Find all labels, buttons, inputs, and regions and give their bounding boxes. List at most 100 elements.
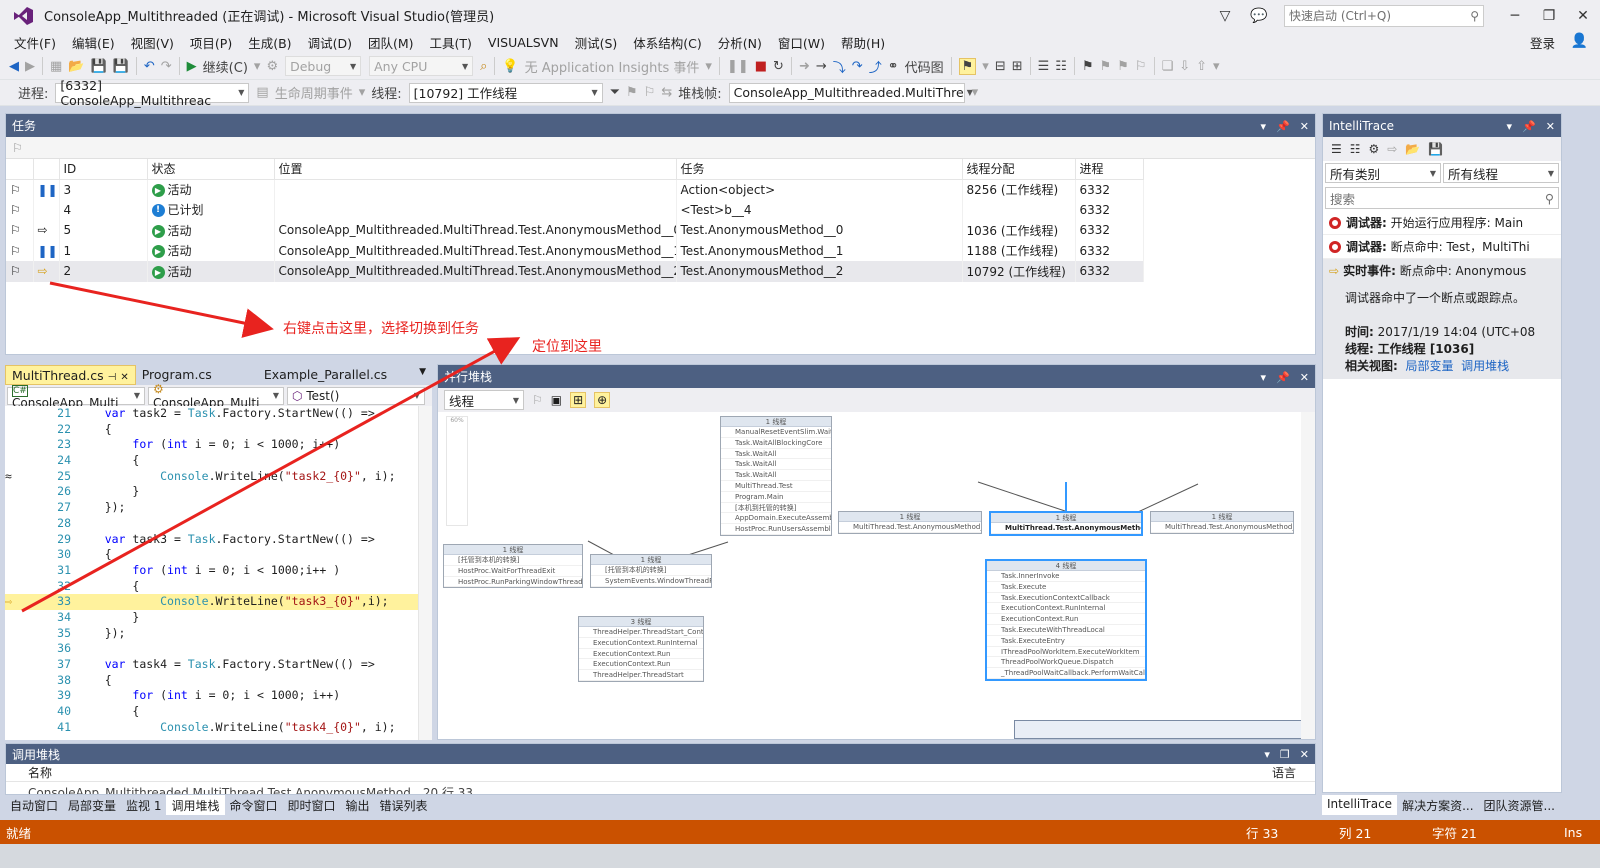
flag-filter-icon[interactable]: ⚐	[12, 141, 23, 155]
prev-bookmark-icon[interactable]: ⚑	[1100, 59, 1112, 74]
step-over-icon[interactable]: ↷	[852, 59, 863, 74]
new-project-icon[interactable]: ▦	[50, 59, 62, 74]
next-bookmark-icon[interactable]: ⚑	[1117, 59, 1129, 74]
stack-frame[interactable]: HostProc.RunUsersAssembly	[721, 524, 831, 535]
col-id[interactable]: ID	[59, 159, 148, 180]
flag-threads-icon[interactable]: ⊞	[1012, 59, 1023, 74]
hex-display-icon[interactable]: ⚑	[958, 57, 977, 75]
maximize-icon[interactable]: ❐	[1280, 748, 1290, 761]
flag-icon[interactable]: ⚐	[6, 220, 34, 241]
menu-tools[interactable]: 工具(T)	[422, 33, 480, 52]
flag-icon[interactable]: ⚑	[626, 85, 638, 100]
table-row-selected[interactable]: ⚐ ⇨ 2 ▶ 活动 ConsoleApp_Multithreaded.MultiT…	[6, 261, 1144, 282]
stack-frame[interactable]: IThreadPoolWorkItem.ExecuteWorkItem	[987, 647, 1145, 658]
stack-frame[interactable]: HostProc.RunParkingWindowThread	[444, 577, 582, 588]
save-all-icon[interactable]: 💾	[113, 59, 129, 74]
stack-frame[interactable]: MultiThread.Test.AnonymousMethod__1	[839, 522, 981, 533]
code-line[interactable]: 39 for (int i = 0; i < 1000; i++)	[5, 688, 432, 704]
stack-frame[interactable]: [本机到托管的转换]	[721, 503, 831, 514]
chevron-down-icon[interactable]: ▾	[705, 59, 712, 74]
code-line[interactable]: ⇨ 33 Console.WriteLine("task3_{0}",i);	[5, 594, 432, 610]
stack-node[interactable]: 3 线程 ThreadHelper.ThreadStart_Context Exec…	[578, 616, 704, 682]
stack-frame[interactable]: [托管到本机的转换]	[444, 555, 582, 566]
menu-window[interactable]: 窗口(W)	[770, 33, 833, 52]
stack-node[interactable]: 4 线程 Task.InnerInvoke Task.Execute Task.Exe…	[985, 559, 1147, 681]
stack-frame[interactable]: _ThreadPoolWaitCallback.PerformWaitCallb…	[987, 668, 1145, 679]
open-icon[interactable]: 📂	[1405, 142, 1420, 156]
close-icon[interactable]: ✕	[1300, 748, 1309, 761]
lifecycle-icon[interactable]: ▤	[256, 85, 268, 100]
find-icon[interactable]: ⌕	[480, 59, 487, 74]
stack-frame[interactable]: Task.WaitAll	[721, 449, 831, 460]
col-location[interactable]: 位置	[274, 159, 677, 180]
back-icon[interactable]: ◀	[9, 59, 19, 74]
show-next-statement-icon[interactable]: ➜	[799, 59, 810, 74]
tab-command[interactable]: 命令窗口	[225, 795, 283, 815]
pin-icon[interactable]: 📌	[1522, 120, 1536, 133]
thread-filter-dropdown[interactable]: 所有线程 ▼	[1443, 163, 1559, 183]
tab-locals[interactable]: 局部变量	[63, 795, 121, 815]
tab-errorlist[interactable]: 错误列表	[375, 795, 433, 815]
stack-frame[interactable]: Task.ExecuteEntry	[987, 636, 1145, 647]
code-line[interactable]: 40 {	[5, 704, 432, 720]
stack-frame[interactable]: ExecutionContext.RunInternal	[987, 603, 1145, 615]
thread-dropdown[interactable]: [10792] 工作线程 ▼	[408, 82, 603, 103]
menu-build[interactable]: 生成(B)	[240, 33, 299, 52]
close-icon[interactable]: ✕	[1546, 120, 1555, 133]
close-button[interactable]: ✕	[1566, 8, 1600, 24]
stack-frame[interactable]: Task.WaitAllBlockingCore	[721, 438, 831, 449]
chevron-down-icon[interactable]: ▼	[413, 365, 432, 385]
open-icon[interactable]: 📂	[68, 59, 84, 74]
flag-icon[interactable]: ⚐	[6, 240, 34, 261]
save-icon[interactable]: 💾	[90, 59, 106, 74]
chevron-down-icon[interactable]: ▾	[982, 59, 989, 74]
lifecycle-button[interactable]: 生命周期事件	[275, 83, 353, 102]
menu-help[interactable]: 帮助(H)	[833, 33, 893, 52]
tab-immediate[interactable]: 即时窗口	[283, 795, 341, 815]
redo-icon[interactable]: ↷	[161, 59, 172, 74]
stack-frame[interactable]: Task.WaitAll	[721, 470, 831, 481]
menu-analyze[interactable]: 分析(N)	[710, 33, 770, 52]
code-line[interactable]: 29 var task3 = Task.Factory.StartNew(() …	[5, 532, 432, 548]
dropdown-icon[interactable]: ▾	[1261, 120, 1267, 133]
code-line[interactable]: 26 }	[5, 484, 432, 500]
stack-frame[interactable]: AppDomain.ExecuteAssembly	[721, 513, 831, 525]
event-item-selected[interactable]: ⇨ 实时事件: 断点命中: Anonymous	[1323, 259, 1561, 282]
vertical-scrollbar[interactable]	[418, 406, 432, 740]
zoom-slider[interactable]: 60%	[446, 416, 468, 526]
config-dropdown[interactable]: Debug ▼	[285, 56, 362, 76]
undo-icon[interactable]: ↶	[144, 59, 155, 74]
stack-frame[interactable]: ExecutionContext.Run	[579, 649, 703, 660]
tab-output[interactable]: 输出	[341, 795, 375, 815]
stack-frame[interactable]: ExecutionContext.RunInternal	[579, 638, 703, 649]
uncomment-icon[interactable]: ☷	[1055, 59, 1067, 74]
col-status[interactable]: 状态	[147, 159, 275, 180]
code-line[interactable]: 23 for (int i = 0; i < 1000; i++)	[5, 437, 432, 453]
table-row[interactable]: ⚐ ⇨ 5 ▶ 活动 ConsoleApp_Multithreaded.MultiT…	[6, 220, 1144, 241]
zoom-toggle-icon[interactable]: ⊕	[594, 392, 611, 408]
stack-frame[interactable]: MultiThread.Test.AnonymousMethod__2	[991, 523, 1141, 534]
chevron-down-icon[interactable]: ▾	[254, 59, 261, 74]
stack-node[interactable]: 1 线程 MultiThread.Test.AnonymousMethod__0	[1150, 511, 1294, 534]
restart-icon[interactable]: ↻	[773, 59, 784, 74]
tab-intellitrace[interactable]: IntelliTrace	[1322, 795, 1398, 815]
stackframe-dropdown[interactable]: ConsoleApp_Multithreaded.MultiThre ▼	[728, 82, 973, 103]
stack-frame[interactable]: ThreadHelper.ThreadStart	[579, 670, 703, 681]
callstack-link[interactable]: 调用堆栈	[1461, 358, 1509, 375]
event-item[interactable]: 调试器: 断点命中: Test，MultiThi	[1323, 235, 1561, 259]
stack-frame[interactable]: MultiThread.Test	[721, 481, 831, 492]
member-dropdown[interactable]: ⬡ Test() ▼	[287, 386, 425, 405]
call-stack-row[interactable]: ConsoleApp_Multithreaded.MultiThread.Tes…	[6, 782, 1315, 794]
forward-icon[interactable]: ▶	[25, 59, 35, 74]
minimap[interactable]	[1014, 720, 1302, 739]
step-over-arrow-icon[interactable]: →	[816, 59, 827, 74]
flag-icon[interactable]: ⚐	[6, 261, 34, 282]
code-line[interactable]: 31 for (int i = 0; i < 1000;i++ )	[5, 563, 432, 579]
code-line[interactable]: 22 {	[5, 422, 432, 438]
menu-file[interactable]: 文件(F)	[6, 33, 64, 52]
process-dropdown[interactable]: [6332] ConsoleApp_Multithreac ▼	[55, 78, 250, 108]
insights-label[interactable]: 无 Application Insights 事件	[525, 57, 700, 76]
code-line[interactable]: 28	[5, 516, 432, 532]
stack-node[interactable]: 1 线程 MultiThread.Test.AnonymousMethod__1	[838, 511, 982, 534]
continue-button[interactable]: 继续(C)	[203, 57, 248, 76]
